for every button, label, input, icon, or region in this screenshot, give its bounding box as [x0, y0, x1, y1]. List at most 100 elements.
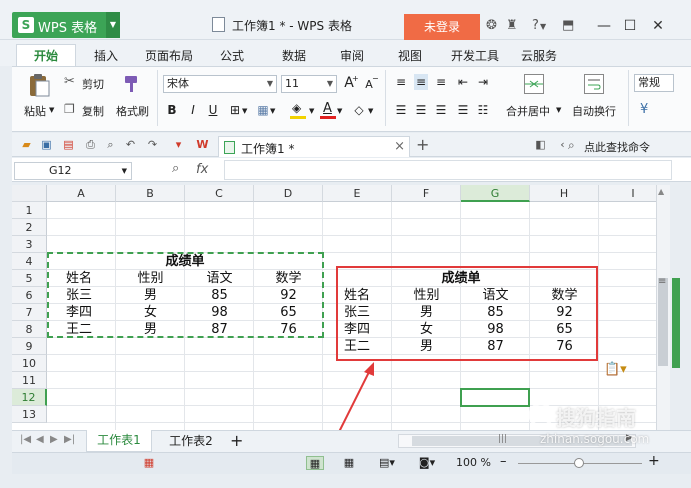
new-tab-button[interactable]: + — [416, 135, 429, 154]
chevron-down-icon[interactable]: ▼ — [368, 107, 373, 115]
name-box[interactable]: G12 ▼ — [14, 162, 132, 180]
chevron-down-icon[interactable]: ▼ — [270, 107, 275, 115]
borders-icon[interactable]: ⊞ — [228, 102, 242, 118]
open-folder-icon[interactable]: ▰ — [20, 139, 33, 151]
select-all-corner[interactable] — [12, 185, 47, 202]
macro-record-icon[interactable]: ▦ — [140, 456, 158, 470]
active-cell-cursor[interactable] — [460, 388, 530, 407]
undo-icon[interactable]: ↶ — [124, 139, 137, 151]
tab-list-icon[interactable]: ◧ — [534, 139, 547, 151]
column-header[interactable]: D — [254, 185, 323, 202]
row-header[interactable]: 5 — [12, 270, 47, 287]
fill-pattern-icon[interactable]: ▦ — [256, 102, 270, 118]
paste-label[interactable]: 粘贴 — [24, 103, 46, 119]
insert-function-button[interactable]: fx — [196, 162, 208, 177]
row-header[interactable]: 13 — [12, 406, 47, 423]
save-icon[interactable]: ▣ — [40, 139, 53, 151]
zoom-slider-knob[interactable] — [574, 458, 584, 468]
print-icon[interactable]: ⎙ — [84, 139, 97, 151]
collapse-ribbon-icon[interactable]: ⬒ — [562, 18, 574, 33]
side-panel-toggle[interactable] — [672, 278, 680, 368]
skin-icon[interactable]: ❂ — [486, 18, 497, 33]
scroll-up-icon[interactable]: ▲ — [658, 187, 664, 196]
format-painter-button[interactable]: 格式刷 — [116, 103, 149, 119]
paste-options-icon[interactable]: 📋▾ — [604, 362, 627, 377]
copy-button[interactable]: 复制 — [82, 103, 104, 119]
close-icon[interactable]: × — [394, 139, 405, 154]
next-sheet-icon[interactable]: ▶ — [50, 434, 58, 445]
number-format-select[interactable]: 常规 — [634, 74, 674, 92]
column-header[interactable]: F — [392, 185, 461, 202]
row-header[interactable]: 1 — [12, 202, 47, 219]
tab-page-layout[interactable]: 页面布局 — [138, 46, 200, 66]
scissors-icon[interactable]: ✂ — [64, 74, 75, 89]
vertical-scroll-thumb[interactable] — [658, 278, 668, 366]
column-header[interactable]: B — [116, 185, 185, 202]
column-header[interactable]: C — [185, 185, 254, 202]
italic-button[interactable]: I — [186, 102, 200, 118]
indent-increase-icon[interactable]: ⇥ — [476, 74, 490, 90]
find-command-input[interactable]: 点此查找命令 — [584, 139, 650, 155]
sheet-tab-2[interactable]: 工作表2 — [160, 430, 222, 452]
close-button[interactable]: ✕ — [646, 14, 670, 38]
chevron-down-icon[interactable]: ▼ — [242, 107, 247, 115]
clear-format-icon[interactable]: ◇ — [352, 102, 366, 118]
maximize-button[interactable]: ☐ — [618, 14, 642, 38]
row-header[interactable]: 6 — [12, 287, 47, 304]
indent-decrease-icon[interactable]: ⇤ — [456, 74, 470, 90]
align-left-icon[interactable]: ☰ — [394, 102, 408, 118]
minimize-button[interactable]: — — [592, 14, 616, 38]
align-right-icon[interactable]: ☰ — [434, 102, 448, 118]
tab-developer[interactable]: 开发工具 — [444, 46, 506, 66]
eye-protection-icon[interactable]: ◙▾ — [418, 456, 436, 470]
wrap-text-button[interactable]: 自动换行 — [572, 103, 616, 119]
prev-sheet-icon[interactable]: ◀ — [36, 434, 44, 445]
row-header[interactable]: 10 — [12, 355, 47, 372]
tab-home[interactable]: 开始 — [16, 44, 76, 68]
paste-button[interactable] — [26, 72, 52, 98]
login-button[interactable]: 未登录 — [404, 14, 480, 40]
row-header[interactable]: 4 — [12, 253, 47, 270]
formula-input[interactable] — [224, 160, 672, 180]
row-header[interactable]: 2 — [12, 219, 47, 236]
sheet-tab-1[interactable]: 工作表1 — [86, 430, 152, 452]
column-header[interactable]: H — [530, 185, 599, 202]
tab-cloud[interactable]: 云服务 — [514, 46, 564, 66]
column-header[interactable]: G — [461, 185, 530, 202]
underline-button[interactable]: U — [206, 102, 220, 118]
row-header[interactable]: 11 — [12, 372, 47, 389]
chevron-down-icon[interactable]: ▼ — [337, 107, 342, 115]
redo-icon[interactable]: ↷ — [146, 139, 159, 151]
copy-icon[interactable]: ❐ — [64, 102, 75, 116]
export-pdf-icon[interactable]: ▤ — [62, 139, 75, 151]
app-menu-button[interactable]: S WPS 表格 ▼ — [12, 12, 120, 38]
tab-data[interactable]: 数据 — [272, 46, 316, 66]
zoom-in-button[interactable]: + — [648, 453, 660, 469]
format-painter-icon[interactable] — [122, 74, 140, 94]
merge-center-icon[interactable] — [524, 74, 544, 94]
font-name-select[interactable]: 宋体 ▼ — [163, 75, 277, 93]
row-header[interactable]: 3 — [12, 236, 47, 253]
row-header[interactable]: 8 — [12, 321, 47, 338]
zoom-lens-icon[interactable]: ⌕ — [172, 161, 179, 176]
zoom-out-button[interactable]: – — [500, 454, 507, 469]
tab-review[interactable]: 审阅 — [330, 46, 374, 66]
wrap-text-icon[interactable] — [584, 74, 604, 94]
page-break-view-button[interactable]: ▦ — [340, 456, 358, 470]
paste-dropdown-icon[interactable]: ▼ — [49, 106, 54, 114]
chevron-down-icon[interactable]: ▼ — [309, 107, 314, 115]
align-center-icon[interactable]: ☰ — [414, 102, 428, 118]
font-size-select[interactable]: 11 ▼ — [281, 75, 337, 93]
split-handle-icon[interactable]: ≡ — [658, 276, 666, 287]
last-sheet-icon[interactable]: ▶| — [64, 434, 75, 445]
document-tab[interactable]: 工作簿1 * × — [218, 136, 410, 157]
justify-icon[interactable]: ☰ — [456, 102, 470, 118]
row-header[interactable]: 12 — [12, 389, 47, 406]
search-icon[interactable]: ⌕ — [568, 138, 575, 153]
customize-qa-icon[interactable]: ▾ — [172, 139, 185, 151]
reading-mode-icon[interactable]: ▤▾ — [378, 456, 396, 470]
distributed-icon[interactable]: ☷ — [476, 102, 490, 118]
align-bottom-icon[interactable]: ≡ — [434, 74, 448, 90]
currency-format-icon[interactable]: ¥ — [640, 102, 648, 117]
row-header[interactable]: 9 — [12, 338, 47, 355]
